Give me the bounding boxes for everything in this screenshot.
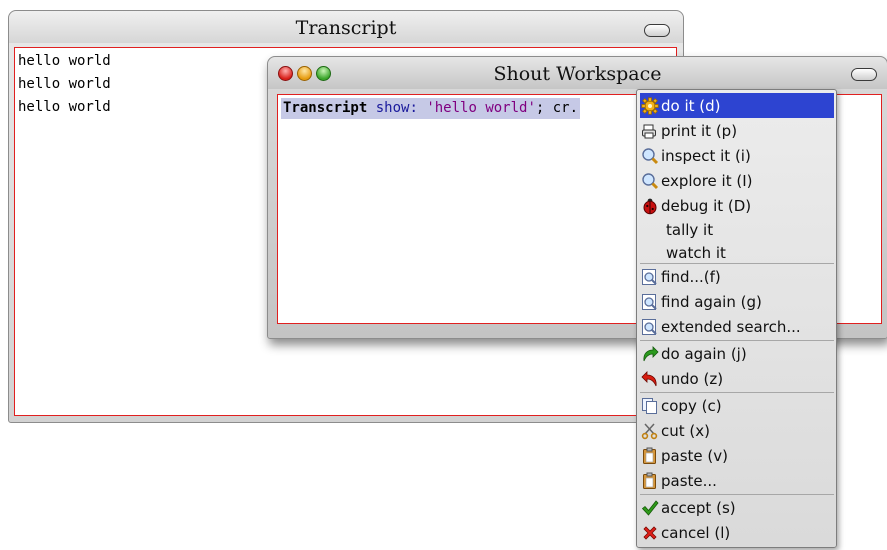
menu-item-print-it[interactable]: print it (p) <box>640 118 834 143</box>
menu-item-label: do again (j) <box>661 344 747 363</box>
menu-item-cancel[interactable]: cancel (l) <box>640 520 834 545</box>
menu-item-label: cancel (l) <box>661 523 731 542</box>
menu-item-watch-it[interactable]: watch it <box>640 240 834 265</box>
menu-item-copy[interactable]: copy (c) <box>640 393 834 418</box>
menu-item-label: extended search... <box>661 317 801 336</box>
code-rest: ; cr. <box>535 100 579 116</box>
printer-icon <box>640 121 660 141</box>
menu-item-cut[interactable]: cut (x) <box>640 418 834 443</box>
magnifier-icon <box>640 146 660 166</box>
menu-item-explore-it[interactable]: explore it (I) <box>640 168 834 193</box>
code-selector: show: <box>367 100 427 116</box>
menu-item-paste[interactable]: paste (v) <box>640 443 834 468</box>
window-title: Transcript <box>295 17 397 39</box>
menu-item-label: tally it <box>666 220 714 239</box>
menu-item-label: explore it (I) <box>661 171 753 190</box>
menu-item-inspect-it[interactable]: inspect it (i) <box>640 143 834 168</box>
menu-item-label: cut (x) <box>661 421 710 440</box>
find-icon <box>640 267 660 287</box>
menu-item-extended-search[interactable]: extended search... <box>640 314 834 339</box>
menu-item-label: undo (z) <box>661 369 724 388</box>
window-title: Shout Workspace <box>493 63 662 85</box>
undo-arrow-icon <box>640 369 660 389</box>
menu-item-label: paste... <box>661 471 717 490</box>
collapse-button[interactable] <box>851 68 877 81</box>
menu-item-do-again[interactable]: do again (j) <box>640 341 834 366</box>
menu-item-paste-ellipsis[interactable]: paste... <box>640 468 834 493</box>
clipboard-icon <box>640 471 660 491</box>
menu-item-label: print it (p) <box>661 121 738 140</box>
transcript-titlebar[interactable]: Transcript <box>9 11 683 43</box>
menu-item-label: watch it <box>666 243 726 262</box>
menu-item-undo[interactable]: undo (z) <box>640 366 834 391</box>
context-menu: do it (d) print it (p) inspect it (i) ex… <box>636 89 837 548</box>
workspace-titlebar[interactable]: Shout Workspace <box>268 57 887 89</box>
menu-item-find[interactable]: find...(f) <box>640 264 834 289</box>
menu-item-tally-it[interactable]: tally it <box>640 217 834 242</box>
menu-item-label: accept (s) <box>661 498 736 517</box>
menu-item-label: inspect it (i) <box>661 146 751 165</box>
find-icon <box>640 292 660 312</box>
find-icon <box>640 317 660 337</box>
checkmark-icon <box>640 498 660 518</box>
ladybug-icon <box>640 196 660 216</box>
scissors-icon <box>640 421 660 441</box>
menu-item-debug-it[interactable]: debug it (D) <box>640 193 834 218</box>
magnifier-icon <box>640 171 660 191</box>
menu-item-label: copy (c) <box>661 396 722 415</box>
menu-item-label: find...(f) <box>661 267 721 286</box>
menu-item-label: debug it (D) <box>661 196 752 215</box>
x-mark-icon <box>640 523 660 543</box>
menu-item-accept[interactable]: accept (s) <box>640 495 834 520</box>
menu-item-do-it[interactable]: do it (d) <box>640 93 834 118</box>
menu-item-label: do it (d) <box>661 96 721 115</box>
code-receiver: Transcript <box>283 100 368 116</box>
code-string: 'hello world' <box>426 100 536 116</box>
clipboard-icon <box>640 446 660 466</box>
copy-icon <box>640 396 660 416</box>
menu-item-label: paste (v) <box>661 446 728 465</box>
menu-item-find-again[interactable]: find again (g) <box>640 289 834 314</box>
selected-code[interactable]: Transcript show: 'hello world'; cr. <box>281 98 581 119</box>
collapse-button[interactable] <box>644 24 670 37</box>
gear-icon <box>640 96 660 116</box>
menu-item-label: find again (g) <box>661 292 762 311</box>
redo-arrow-icon <box>640 344 660 364</box>
